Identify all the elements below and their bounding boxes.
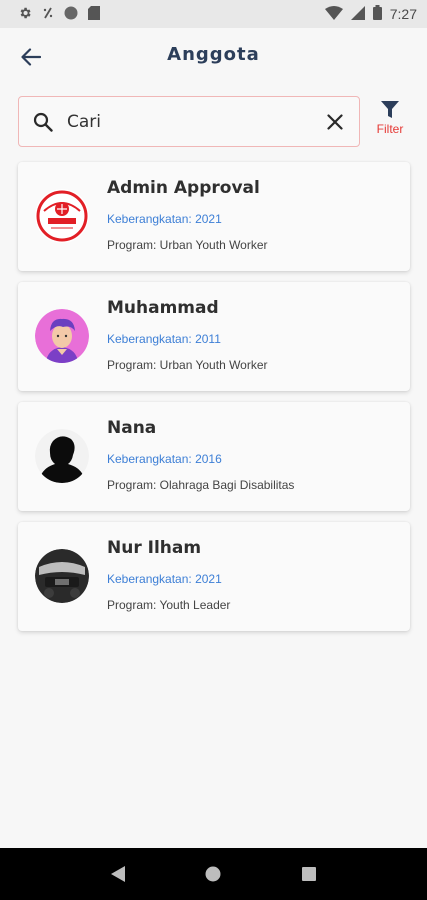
wifi-icon [324, 5, 343, 24]
app-bar: Anggota [0, 28, 427, 86]
member-list: Admin Approval Keberangkatan: 2021 Progr… [18, 162, 410, 642]
member-name: Nana [107, 418, 157, 438]
avatar [35, 309, 89, 363]
nav-recents-button[interactable] [289, 854, 329, 894]
kappija-logo-icon [35, 189, 89, 243]
member-year: Keberangkatan: 2016 [107, 452, 222, 466]
back-triangle-icon [110, 866, 125, 882]
member-card[interactable]: Nana Keberangkatan: 2016 Program: Olahra… [18, 402, 410, 511]
member-name: Muhammad [107, 298, 219, 318]
member-year: Keberangkatan: 2021 [107, 572, 222, 586]
member-card[interactable]: Admin Approval Keberangkatan: 2021 Progr… [18, 162, 410, 271]
filter-button[interactable]: Filter [368, 101, 412, 145]
member-card[interactable]: Muhammad Keberangkatan: 2011 Program: Ur… [18, 282, 410, 391]
nav-back-button[interactable] [98, 854, 138, 894]
status-bar: 7:27 [0, 0, 427, 28]
member-name: Admin Approval [107, 178, 260, 198]
search-icon [19, 112, 67, 132]
avatar [35, 189, 89, 243]
member-year: Keberangkatan: 2021 [107, 212, 222, 226]
status-right-icons: 7:27 [324, 4, 417, 24]
search-input[interactable] [67, 97, 311, 146]
do-not-disturb-icon [42, 5, 54, 24]
home-circle-icon [205, 866, 221, 882]
member-year: Keberangkatan: 2011 [107, 332, 221, 346]
close-icon [327, 113, 343, 130]
cartoon-person-icon [35, 309, 89, 363]
search-box [18, 96, 360, 147]
battery-icon [372, 4, 382, 24]
clear-search-button[interactable] [311, 97, 359, 146]
page-title: Anggota [167, 44, 260, 65]
member-program: Program: Urban Youth Worker [107, 238, 268, 252]
navigation-bar [0, 848, 427, 900]
signal-icon [350, 5, 365, 24]
member-card[interactable]: Nur Ilham Keberangkatan: 2021 Program: Y… [18, 522, 410, 631]
record-icon [64, 5, 78, 24]
member-program: Program: Urban Youth Worker [107, 358, 268, 372]
avatar [35, 429, 89, 483]
member-program: Program: Youth Leader [107, 598, 231, 612]
sd-card-icon [88, 5, 100, 24]
member-program: Program: Olahraga Bagi Disabilitas [107, 478, 295, 492]
filter-icon [381, 101, 399, 118]
silhouette-icon [35, 429, 89, 483]
status-left-icons [18, 5, 100, 24]
avatar [35, 549, 89, 603]
member-name: Nur Ilham [107, 538, 202, 558]
settings-icon [18, 5, 32, 24]
recents-square-icon [302, 867, 317, 881]
car-interior-photo-icon [35, 549, 89, 603]
filter-label: Filter [376, 122, 404, 136]
status-time: 7:27 [389, 6, 417, 22]
nav-home-button[interactable] [193, 854, 233, 894]
